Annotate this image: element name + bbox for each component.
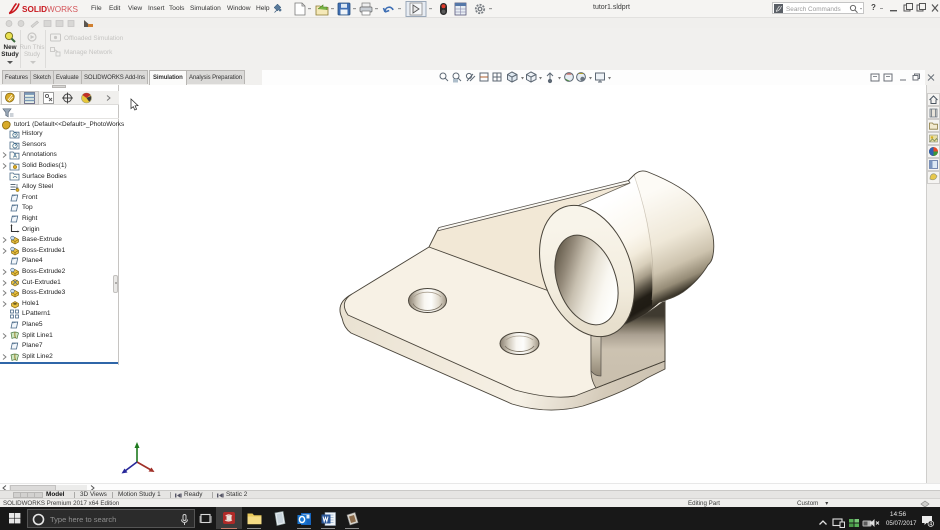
svg-text:4: 4 xyxy=(929,522,932,527)
